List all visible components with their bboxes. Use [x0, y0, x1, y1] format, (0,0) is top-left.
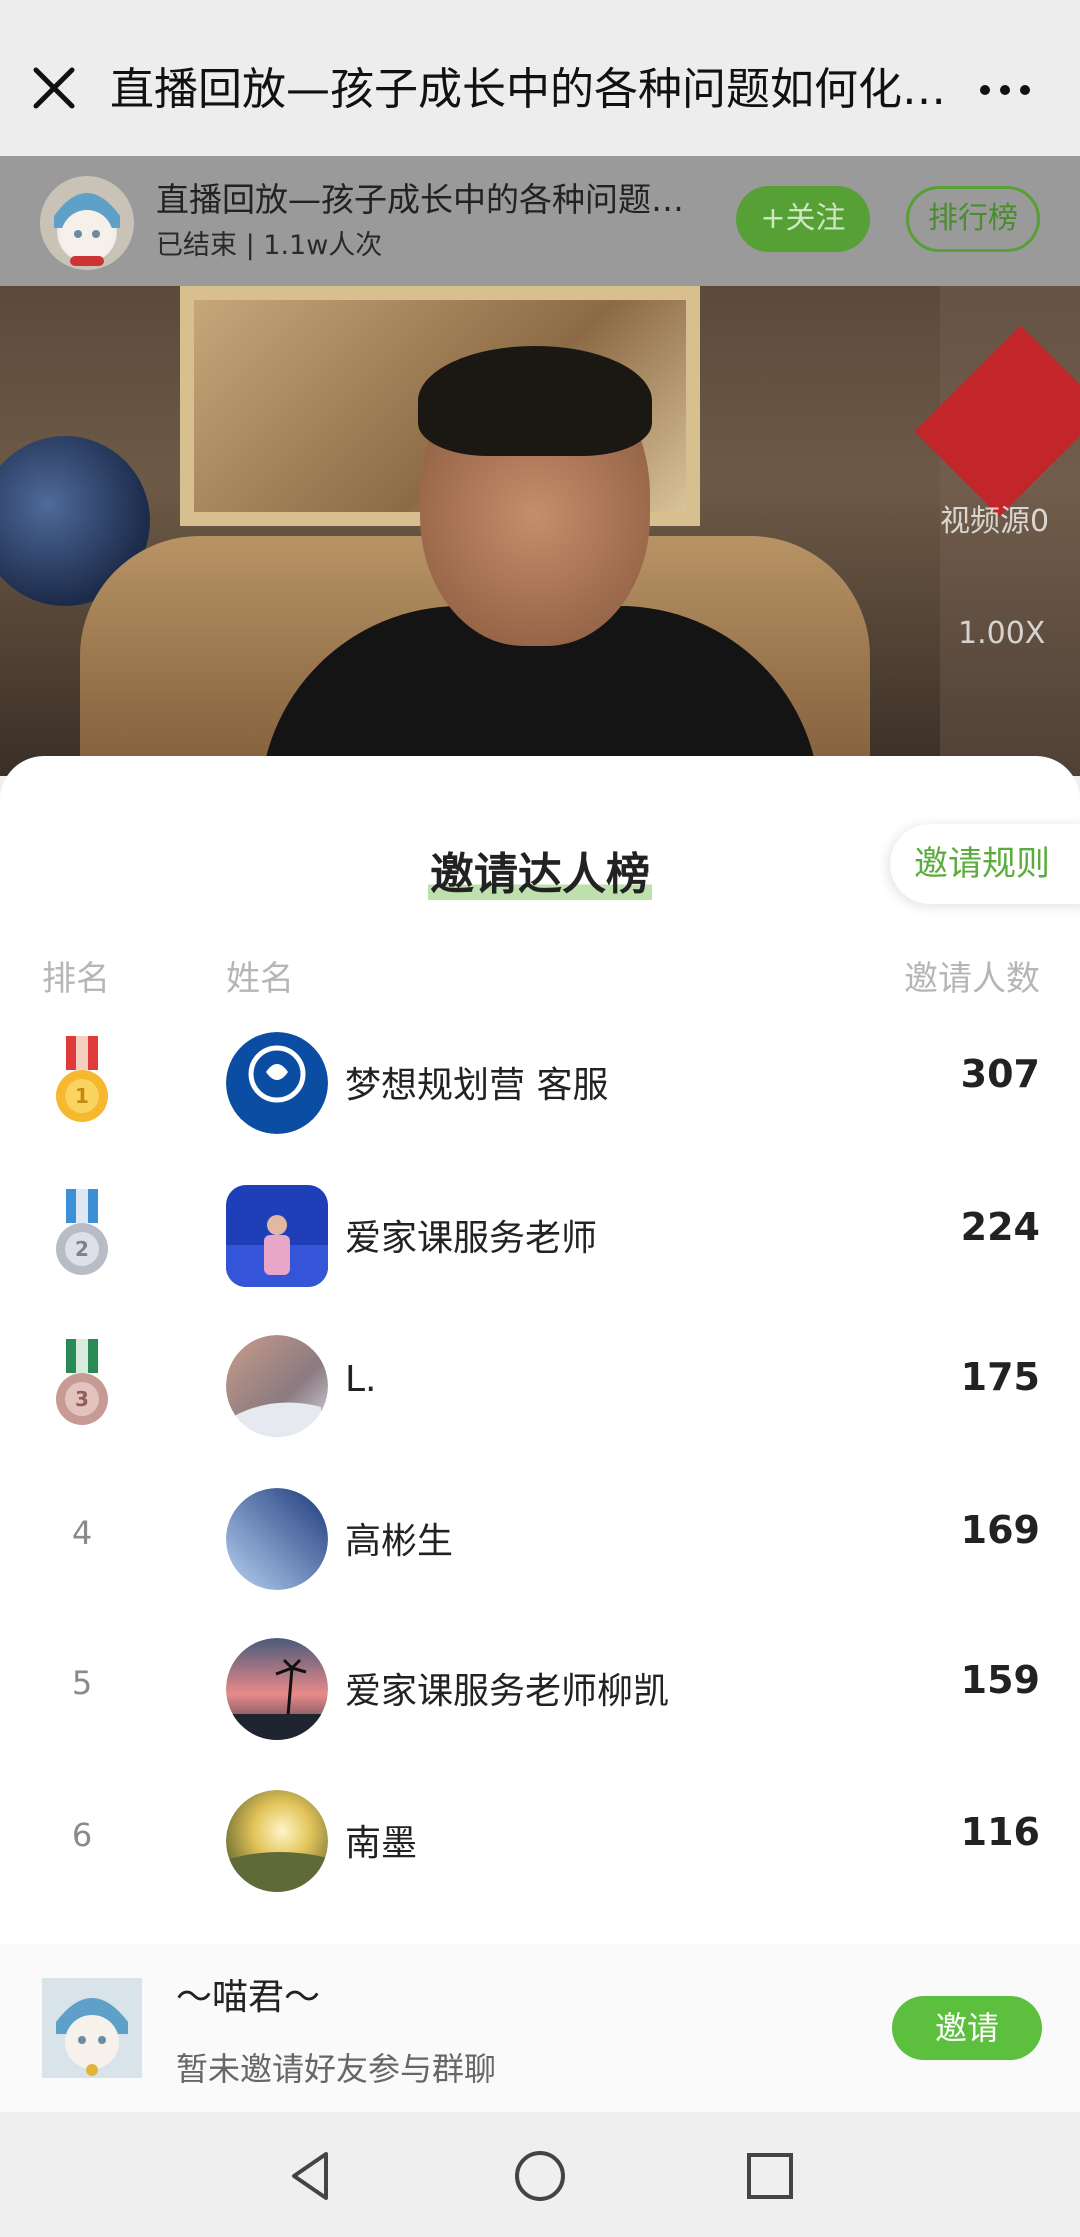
my-invite-summary: 暂未邀请好友参与群聊: [176, 2050, 497, 2088]
member-name: 高彬生: [345, 1521, 454, 1562]
avatar[interactable]: [226, 1032, 328, 1134]
my-avatar[interactable]: [42, 1978, 142, 2078]
invite-count: 159: [960, 1658, 1040, 1702]
system-nav-bar: [0, 2112, 1080, 2237]
avatar[interactable]: [226, 1638, 328, 1740]
bronze-medal-icon: 3: [52, 1339, 112, 1433]
more-icon[interactable]: [975, 60, 1035, 120]
header-rank: 排名: [42, 959, 110, 999]
invite-count: 224: [960, 1205, 1040, 1249]
invite-rules-button[interactable]: 邀请规则: [890, 824, 1080, 904]
presenter-hair: [418, 346, 652, 456]
table-row[interactable]: 4 高彬生 169: [0, 1464, 1080, 1614]
svg-text:2: 2: [75, 1237, 89, 1261]
back-icon[interactable]: [280, 2146, 340, 2206]
silver-medal-icon: 2: [52, 1189, 112, 1283]
rank-number: 5: [71, 1664, 93, 1702]
avatar[interactable]: [226, 1790, 328, 1892]
leaderboard-sheet: 邀请达人榜 邀请规则 排名 姓名 邀请人数 1 梦想规划营 客服 307 2 爱…: [0, 756, 1080, 2111]
table-row[interactable]: 5 爱家课服务老师柳凯 159: [0, 1614, 1080, 1764]
invite-count: 175: [960, 1355, 1040, 1399]
invite-count: 307: [960, 1052, 1040, 1096]
header-count: 邀请人数: [904, 959, 1040, 999]
close-icon[interactable]: [24, 58, 84, 118]
invite-count: 169: [960, 1508, 1040, 1552]
rank-number: 6: [71, 1816, 93, 1854]
my-invite-status: ～喵君～ 暂未邀请好友参与群聊 邀请: [0, 1944, 1080, 2112]
header-name: 姓名: [226, 959, 294, 999]
invite-count: 116: [960, 1810, 1040, 1854]
live-info-bar: 直播回放—孩子成长中的各种问题… 已结束 | 1.1w人次 +关注 排行榜: [0, 156, 1080, 286]
svg-text:1: 1: [75, 1084, 89, 1108]
avatar[interactable]: [226, 1185, 328, 1287]
video-source-label[interactable]: 视频源0: [940, 496, 1049, 540]
table-row[interactable]: 2 爱家课服务老师 224: [0, 1161, 1080, 1311]
member-name: 南墨: [345, 1823, 418, 1864]
host-avatar[interactable]: [40, 176, 134, 270]
member-name: 爱家课服务老师: [345, 1218, 598, 1259]
playback-speed[interactable]: 1.00X: [958, 616, 1045, 651]
page-title: 直播回放—孩子成长中的各种问题如何化…: [110, 64, 946, 115]
table-row[interactable]: 3 L. 175: [0, 1311, 1080, 1461]
table-row[interactable]: 1 梦想规划营 客服 307: [0, 1008, 1080, 1158]
avatar[interactable]: [226, 1335, 328, 1437]
recents-icon[interactable]: [740, 2146, 800, 2206]
member-name: 爱家课服务老师柳凯: [345, 1671, 670, 1712]
video-player[interactable]: 视频源0 1.00X: [0, 286, 1080, 776]
my-name: ～喵君～: [176, 1977, 321, 2018]
gold-medal-icon: 1: [52, 1036, 112, 1130]
home-icon[interactable]: [510, 2146, 570, 2206]
member-name: L.: [345, 1359, 377, 1400]
avatar[interactable]: [226, 1488, 328, 1590]
svg-text:3: 3: [75, 1387, 89, 1411]
title-bar: 直播回放—孩子成长中的各种问题如何化…: [0, 0, 1080, 156]
leaderboard-button[interactable]: 排行榜: [906, 186, 1040, 252]
live-status: 已结束 | 1.1w人次: [156, 230, 383, 261]
live-title: 直播回放—孩子成长中的各种问题…: [156, 180, 684, 219]
member-name: 梦想规划营 客服: [345, 1065, 609, 1106]
invite-button[interactable]: 邀请: [892, 1996, 1042, 2060]
rank-number: 4: [71, 1514, 93, 1552]
table-row[interactable]: 6 南墨 116: [0, 1766, 1080, 1916]
follow-button[interactable]: +关注: [736, 186, 870, 252]
